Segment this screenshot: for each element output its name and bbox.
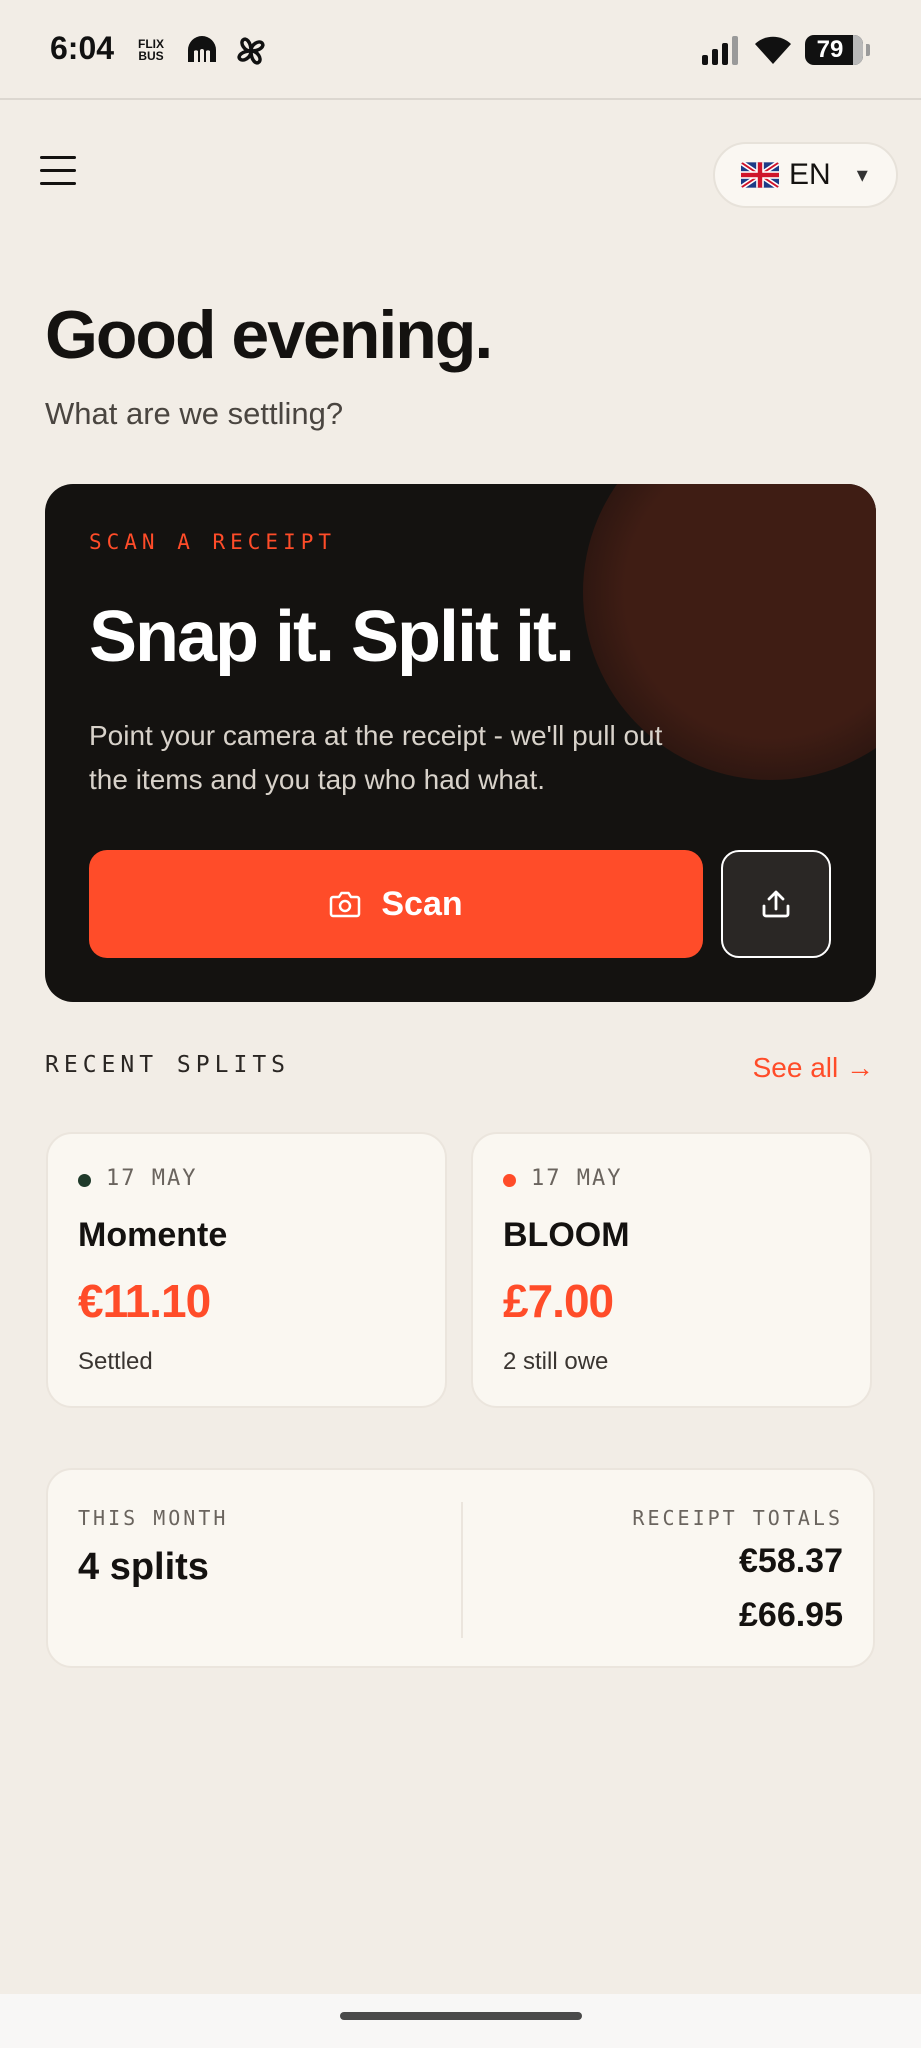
language-selector[interactable]: EN ▾ [713, 142, 898, 208]
recent-splits-heading: RECENT SPLITS [45, 1052, 291, 1078]
camera-icon [330, 891, 361, 918]
scan-button-label: Scan [381, 884, 463, 923]
hamburger-menu-icon [40, 156, 80, 185]
battery-cap [866, 44, 870, 56]
split-card[interactable]: 17 MAY BLOOM £7.00 2 still owe [471, 1132, 872, 1408]
split-status: Settled [78, 1348, 153, 1375]
status-bar: 6:04 FLIX BUS 79 [0, 0, 921, 100]
monthly-summary-card: THIS MONTH 4 splits RECEIPT TOTALS €58.3… [46, 1468, 875, 1668]
flixbus-notification-icon: FLIX BUS [138, 38, 164, 62]
pinwheel-notification-icon [237, 37, 265, 65]
this-month-value: 4 splits [78, 1546, 209, 1588]
hero-eyebrow: SCAN A RECEIPT [89, 530, 337, 554]
menu-button[interactable] [40, 156, 80, 196]
upload-icon [762, 890, 790, 918]
language-code: EN [789, 158, 831, 191]
greeting-title: Good evening. [45, 297, 493, 373]
wifi-icon [755, 36, 791, 64]
home-indicator[interactable] [340, 2012, 582, 2020]
hero-title: Snap it. Split it. [89, 597, 575, 677]
split-name: BLOOM [503, 1216, 630, 1254]
battery-level: 79 [816, 36, 844, 63]
upload-button[interactable] [721, 850, 831, 958]
status-dot [78, 1174, 91, 1187]
split-amount: £7.00 [503, 1275, 614, 1327]
battery-empty-area [853, 35, 863, 65]
receipt-total-gbp: £66.95 [739, 1596, 843, 1634]
scan-receipt-card: SCAN A RECEIPT Snap it. Split it. Point … [45, 484, 876, 1002]
split-date: 17 MAY [531, 1166, 623, 1191]
battery-indicator: 79 [805, 35, 870, 65]
split-date: 17 MAY [106, 1166, 198, 1191]
scan-button[interactable]: Scan [89, 850, 703, 958]
greeting-subtitle: What are we settling? [45, 396, 344, 431]
uk-flag-icon [741, 162, 779, 188]
see-all-link[interactable]: See all → [753, 1052, 874, 1084]
split-name: Momente [78, 1216, 228, 1254]
arch-notification-icon [188, 36, 216, 62]
hero-description: Point your camera at the receipt - we'll… [89, 720, 663, 795]
summary-divider [461, 1502, 463, 1638]
status-time: 6:04 [50, 30, 115, 66]
receipt-totals-label: RECEIPT TOTALS [632, 1506, 843, 1530]
status-right-group: 79 [701, 32, 870, 68]
app-screen: 6:04 FLIX BUS 79 EN ▾ Good evening. What… [0, 0, 921, 2048]
this-month-label: THIS MONTH [78, 1506, 229, 1530]
split-amount: €11.10 [78, 1275, 211, 1327]
signal-icon [702, 36, 738, 65]
split-status: 2 still owe [503, 1348, 609, 1375]
chevron-down-icon: ▾ [856, 162, 868, 187]
split-card[interactable]: 17 MAY Momente €11.10 Settled [46, 1132, 447, 1408]
receipt-total-eur: €58.37 [739, 1542, 843, 1580]
gesture-bar [0, 1994, 921, 2048]
status-dot [503, 1174, 516, 1187]
bus-text: BUS [138, 49, 164, 63]
